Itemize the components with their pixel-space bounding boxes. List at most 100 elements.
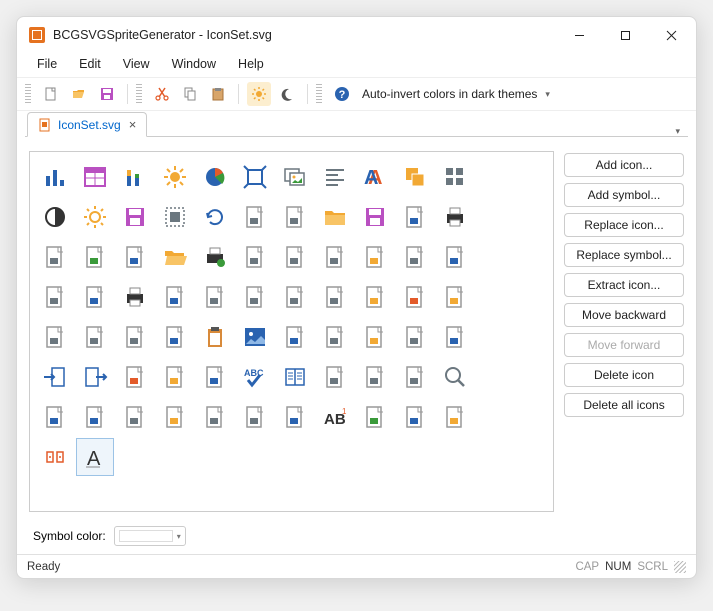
extract-icon-button[interactable]: Extract icon... (564, 273, 684, 297)
icon-windows[interactable] (156, 398, 194, 436)
icon-clipboard[interactable] (196, 318, 234, 356)
icon-down-panel[interactable] (36, 398, 74, 436)
icon-print2[interactable] (116, 278, 154, 316)
icon-num-page[interactable] (196, 358, 234, 396)
icon-font-a[interactable]: AA (356, 158, 394, 196)
icon-word-doc[interactable] (436, 238, 474, 276)
icon-tiles[interactable] (436, 158, 474, 196)
icon-picture[interactable] (236, 318, 274, 356)
icon-grid-up[interactable] (116, 238, 154, 276)
new-button[interactable] (39, 82, 63, 106)
icon-grid-expand[interactable] (196, 278, 234, 316)
icon-tag-page[interactable] (356, 318, 394, 356)
icon-check-doc[interactable] (276, 278, 314, 316)
icon-fit-width[interactable] (236, 158, 274, 196)
menu-help[interactable]: Help (228, 53, 274, 75)
icon-attach[interactable] (36, 278, 74, 316)
open-button[interactable] (67, 82, 91, 106)
menu-window[interactable]: Window (162, 53, 226, 75)
light-mode-button[interactable] (247, 82, 271, 106)
auto-invert-label[interactable]: Auto-invert colors in dark themes (362, 87, 537, 101)
symbol-color-picker[interactable]: ▾ (114, 526, 186, 546)
cut-button[interactable] (150, 82, 174, 106)
icon-import[interactable] (36, 358, 74, 396)
icon-folder[interactable] (316, 198, 354, 236)
icon-lock-page[interactable] (156, 358, 194, 396)
icon-text-doc[interactable] (236, 278, 274, 316)
icon-info-doc[interactable] (276, 238, 314, 276)
icon-list-page[interactable] (316, 318, 354, 356)
dark-mode-button[interactable] (275, 82, 299, 106)
icon-printer[interactable] (436, 198, 474, 236)
icon-floppy2[interactable] (356, 198, 394, 236)
close-button[interactable] (648, 20, 694, 50)
icon-stacked-bars[interactable] (116, 158, 154, 196)
icon-ab1[interactable]: AB1 (316, 398, 354, 436)
replace-icon-button[interactable]: Replace icon... (564, 213, 684, 237)
add-symbol-button[interactable]: Add symbol... (564, 183, 684, 207)
icon-plus-page[interactable] (356, 398, 394, 436)
icon-search-page[interactable] (436, 318, 474, 356)
auto-invert-dropdown[interactable]: ▾ (545, 89, 550, 100)
icon-group[interactable] (156, 198, 194, 236)
icon-half-panel[interactable] (76, 398, 114, 436)
icon-images[interactable] (276, 158, 314, 196)
copy-button[interactable] (178, 82, 202, 106)
icon-a-glyph[interactable]: A (76, 438, 114, 476)
icon-rotate[interactable] (196, 198, 234, 236)
icon-break-doc[interactable] (396, 238, 434, 276)
menu-file[interactable]: File (27, 53, 67, 75)
menu-view[interactable]: View (113, 53, 160, 75)
icon-doc2[interactable] (76, 318, 114, 356)
icon-web-page[interactable] (396, 358, 434, 396)
icon-layers[interactable] (396, 158, 434, 196)
icon-image2[interactable] (76, 278, 114, 316)
icon-img-page[interactable] (396, 398, 434, 436)
move-backward-button[interactable]: Move backward (564, 303, 684, 327)
icon-arrow-doc[interactable] (436, 278, 474, 316)
icon-tag-sym[interactable] (36, 438, 74, 476)
delete-icon-button[interactable]: Delete icon (564, 363, 684, 387)
icon-lock-doc[interactable] (356, 238, 394, 276)
icon-user-edit[interactable] (196, 398, 234, 436)
save-button[interactable] (95, 82, 119, 106)
icon-link-page[interactable] (436, 398, 474, 436)
icon-form-check[interactable] (36, 238, 74, 276)
icon-doc[interactable] (276, 198, 314, 236)
tab-iconset[interactable]: IconSet.svg × (27, 112, 147, 137)
tab-overflow-icon[interactable]: ▾ (675, 126, 686, 137)
icon-book[interactable] (276, 358, 314, 396)
help-icon[interactable]: ? (330, 82, 354, 106)
tab-close-icon[interactable]: × (129, 117, 137, 132)
menu-edit[interactable]: Edit (69, 53, 111, 75)
icon-split-page[interactable] (316, 358, 354, 396)
paste-button[interactable] (206, 82, 230, 106)
icon-export[interactable] (76, 358, 114, 396)
icon-print-doc[interactable] (196, 238, 234, 276)
icon-edit-doc[interactable] (396, 198, 434, 236)
icon-search-doc[interactable] (236, 238, 274, 276)
icon-bar-chart[interactable] (36, 158, 74, 196)
icon-arrow-page[interactable] (396, 318, 434, 356)
icon-contrast[interactable] (36, 198, 74, 236)
icon-user-doc2[interactable] (156, 278, 194, 316)
icon-lines[interactable] (316, 278, 354, 316)
icon-folder-open[interactable] (156, 238, 194, 276)
icon-magnifier[interactable] (436, 358, 474, 396)
icon-abc-check[interactable]: ABC (236, 358, 274, 396)
add-icon-button[interactable]: Add icon... (564, 153, 684, 177)
replace-symbol-button[interactable]: Replace symbol... (564, 243, 684, 267)
delete-all-button[interactable]: Delete all icons (564, 393, 684, 417)
icon-list-doc[interactable] (316, 238, 354, 276)
icon-lang-page[interactable] (356, 358, 394, 396)
icon-form-equal[interactable] (236, 398, 274, 436)
icon-check-page[interactable] (276, 318, 314, 356)
maximize-button[interactable] (602, 20, 648, 50)
icon-a-doc[interactable] (396, 278, 434, 316)
icon-form-copy[interactable] (116, 398, 154, 436)
icon-bar-doc[interactable] (156, 318, 194, 356)
icon-layers2[interactable] (116, 318, 154, 356)
icon-x-doc[interactable] (116, 358, 154, 396)
icon-sun[interactable] (156, 158, 194, 196)
minimize-button[interactable] (556, 20, 602, 50)
